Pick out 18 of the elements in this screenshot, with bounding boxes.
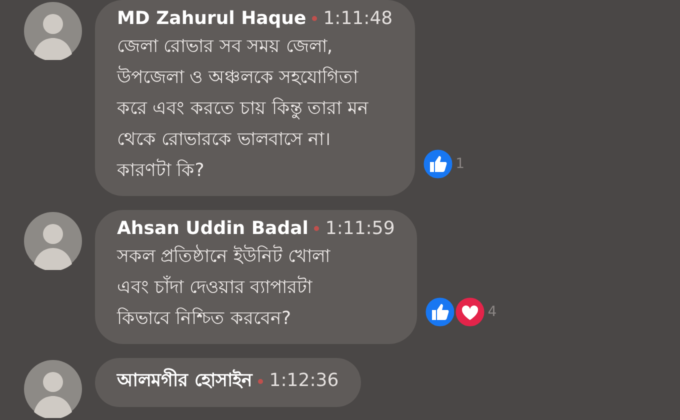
- reaction-count: 4: [488, 304, 497, 320]
- author-name[interactable]: MD Zahurul Haque: [117, 8, 306, 29]
- reaction-count: 1: [456, 156, 465, 172]
- avatar-icon[interactable]: [24, 360, 82, 418]
- separator-dot: [258, 379, 264, 384]
- comment-time: 1:11:59: [325, 218, 395, 239]
- comment-time: 1:11:48: [323, 8, 393, 29]
- author-name[interactable]: আলমগীর হোসাইন: [117, 366, 252, 397]
- thumbs-up-icon: [424, 296, 456, 328]
- author-name[interactable]: Ahsan Uddin Badal: [117, 218, 308, 239]
- separator-dot: [314, 226, 320, 231]
- separator-dot: [312, 16, 318, 21]
- comment-text: সকল প্রতিষ্ঠানে ইউনিট খোলা এবং চাঁদা দেওয়ার ব্যাপারটা কিভাবে নিশ্চিত করবেন?: [117, 244, 332, 331]
- thumbs-up-icon: [422, 148, 454, 180]
- comment-time: 1:12:36: [269, 370, 339, 391]
- avatar-icon[interactable]: [24, 2, 82, 60]
- comment-text: জেলা রোভার সব সময় জেলা, উপজেলা ও অঞ্চলকে সহযোগিতা করে এবং করতে চায় কিন্তু তারা মন থেকে রোভারকে ভালবাসে না। কারণটা কি?: [117, 35, 370, 183]
- avatar-icon[interactable]: [24, 212, 82, 270]
